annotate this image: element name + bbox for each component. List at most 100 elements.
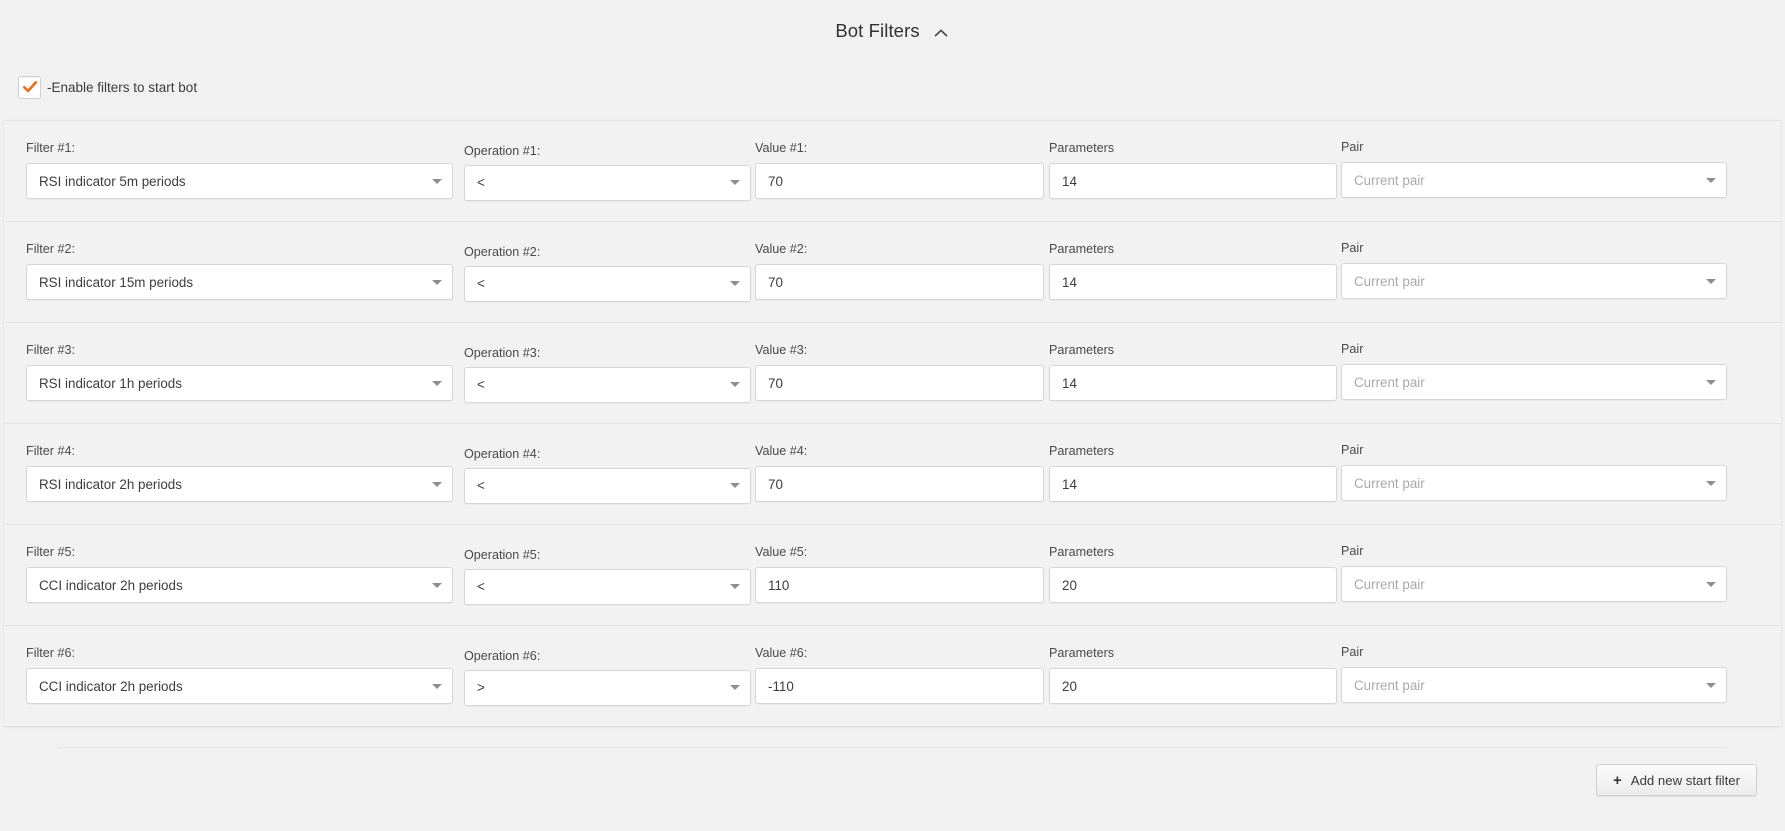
operation-column: Operation #5: < [464,525,751,605]
parameters-label: Parameters [1049,343,1115,357]
value-column: Value #6: -110 [755,626,1044,704]
add-new-start-filter-button[interactable]: + Add new start filter [1596,764,1757,796]
operation-column: Operation #1: < [464,121,751,201]
filter-row: Filter #5: CCI indicator 2h periods Oper… [4,524,1781,625]
chevron-down-icon [730,483,740,488]
pair-label: Pair [1341,241,1364,255]
filter-select-value: CCI indicator 2h periods [39,577,183,593]
chevron-down-icon [1706,682,1716,688]
bot-filters-page: Bot Filters -Enable filters to start bot… [0,0,1785,831]
operation-select-value: > [477,680,485,695]
parameters-column: Parameters 14 [1049,323,1337,401]
chevron-down-icon [432,279,442,285]
pair-select[interactable]: Current pair [1341,263,1727,299]
operation-label: Operation #2: [464,244,541,259]
operation-select[interactable]: < [464,366,751,403]
chevron-down-icon [432,683,442,689]
parameters-column: Parameters 14 [1049,121,1337,199]
filter-rows-container: Filter #1: RSI indicator 5m periods Oper… [4,120,1781,726]
parameters-input-value: 14 [1062,173,1077,189]
filter-select[interactable]: RSI indicator 15m periods [26,264,453,300]
filter-row: Filter #6: CCI indicator 2h periods Oper… [4,625,1781,726]
enable-filters-checkbox[interactable] [18,75,41,99]
parameters-input-value: 14 [1062,476,1077,492]
operation-column: Operation #3: < [464,323,751,403]
chevron-down-icon [432,178,442,184]
operation-select-value: < [477,579,485,594]
panel-header: Bot Filters [0,0,1785,62]
parameters-input[interactable]: 14 [1049,466,1337,502]
pair-select[interactable]: Current pair [1341,465,1727,501]
pair-select-placeholder: Current pair [1354,677,1425,693]
pair-select[interactable]: Current pair [1341,364,1727,400]
parameters-input[interactable]: 20 [1049,567,1337,603]
value-input[interactable]: 70 [755,466,1044,502]
value-input[interactable]: 70 [755,163,1044,199]
operation-column: Operation #2: < [464,222,751,302]
value-column: Value #4: 70 [755,424,1044,502]
operation-select[interactable]: > [464,669,751,706]
parameters-input[interactable]: 20 [1049,668,1337,704]
operation-select[interactable]: < [464,467,751,504]
chevron-down-icon [730,382,740,387]
value-input[interactable]: -110 [755,668,1044,704]
pair-column: Pair Current pair [1341,626,1727,703]
value-input[interactable]: 110 [755,567,1044,603]
check-icon [22,81,37,93]
value-label: Value #1: [755,141,808,155]
value-column: Value #2: 70 [755,222,1044,300]
value-label: Value #6: [755,646,808,660]
parameters-input-value: 20 [1062,577,1077,593]
pair-select-placeholder: Current pair [1354,374,1425,390]
value-label: Value #2: [755,242,808,256]
operation-label: Operation #3: [464,345,541,360]
parameters-input[interactable]: 14 [1049,365,1337,401]
pair-label: Pair [1341,140,1364,154]
filter-select[interactable]: CCI indicator 2h periods [26,668,453,704]
pair-select[interactable]: Current pair [1341,162,1727,198]
parameters-input-value: 14 [1062,274,1077,290]
operation-select-value: < [477,478,485,493]
chevron-down-icon [1706,480,1716,486]
parameters-column: Parameters 14 [1049,222,1337,300]
operation-select[interactable]: < [464,164,751,201]
filter-label: Filter #6: [26,646,75,660]
pair-column: Pair Current pair [1341,323,1727,400]
filter-row: Filter #3: RSI indicator 1h periods Oper… [4,322,1781,423]
add-new-start-filter-label: Add new start filter [1630,772,1740,788]
chevron-up-icon[interactable] [932,24,950,42]
pair-select-placeholder: Current pair [1354,172,1425,188]
pair-label: Pair [1341,342,1364,356]
filter-select[interactable]: RSI indicator 2h periods [26,466,453,502]
filter-select[interactable]: RSI indicator 1h periods [26,365,453,401]
pair-select-placeholder: Current pair [1354,576,1425,592]
value-label: Value #3: [755,343,808,357]
operation-select[interactable]: < [464,265,751,302]
value-input[interactable]: 70 [755,264,1044,300]
pair-select-placeholder: Current pair [1354,273,1425,289]
chevron-down-icon [432,380,442,386]
pair-select[interactable]: Current pair [1341,566,1727,602]
filter-label: Filter #1: [26,141,75,155]
value-column: Value #1: 70 [755,121,1044,199]
operation-select[interactable]: < [464,568,751,605]
operation-label: Operation #6: [464,648,541,663]
value-input[interactable]: 70 [755,365,1044,401]
filter-column: Filter #4: RSI indicator 2h periods [26,424,453,502]
chevron-down-icon [1706,278,1716,284]
chevron-down-icon [1706,177,1716,183]
parameters-input[interactable]: 14 [1049,163,1337,199]
operation-select-value: < [477,175,485,190]
filter-select[interactable]: CCI indicator 2h periods [26,567,453,603]
filter-column: Filter #3: RSI indicator 1h periods [26,323,453,401]
pair-label: Pair [1341,544,1364,558]
filter-row: Filter #1: RSI indicator 5m periods Oper… [4,120,1781,221]
filter-select[interactable]: RSI indicator 5m periods [26,163,453,199]
enable-filters-row: -Enable filters to start bot [0,62,1785,112]
value-label: Value #4: [755,444,808,458]
filter-select-value: RSI indicator 15m periods [39,274,194,290]
filter-label: Filter #4: [26,444,75,458]
pair-select[interactable]: Current pair [1341,667,1727,703]
parameters-label: Parameters [1049,444,1115,458]
parameters-input[interactable]: 14 [1049,264,1337,300]
